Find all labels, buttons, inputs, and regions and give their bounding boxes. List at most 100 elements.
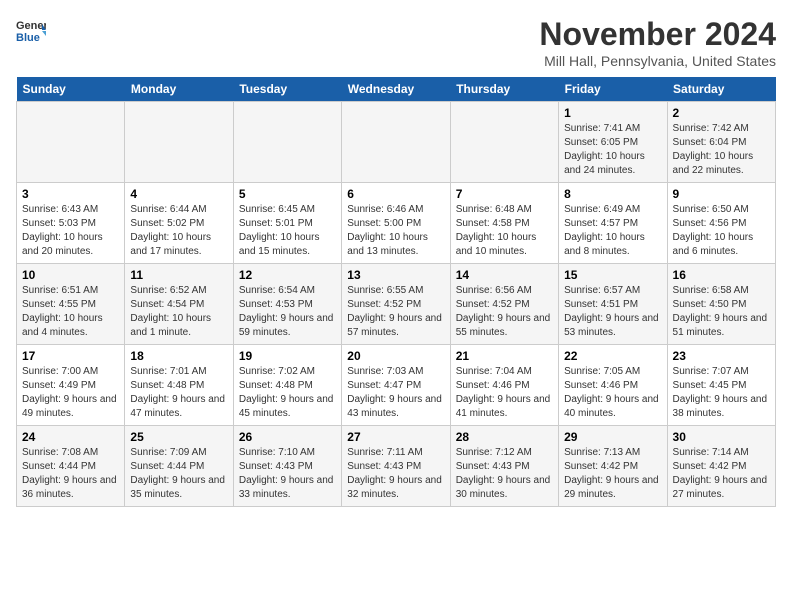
daylight: Daylight: 9 hours and 45 minutes. — [239, 393, 336, 421]
sunrise: Sunrise: 7:11 AM — [347, 446, 444, 460]
sunset: Sunset: 4:43 PM — [347, 460, 444, 474]
sunrise: Sunrise: 7:07 AM — [673, 365, 770, 379]
day-cell — [125, 102, 233, 183]
sunset: Sunset: 4:45 PM — [673, 379, 770, 393]
header-day-thursday: Thursday — [450, 77, 558, 102]
daylight: Daylight: 9 hours and 35 minutes. — [130, 474, 227, 502]
day-cell — [342, 102, 450, 183]
day-cell: 21 Sunrise: 7:04 AM Sunset: 4:46 PM Dayl… — [450, 345, 558, 426]
sunset: Sunset: 4:57 PM — [564, 217, 661, 231]
day-info: Sunrise: 7:41 AM Sunset: 6:05 PM Dayligh… — [564, 122, 661, 178]
sunrise: Sunrise: 6:54 AM — [239, 284, 336, 298]
sunset: Sunset: 4:44 PM — [130, 460, 227, 474]
week-row-1: 1 Sunrise: 7:41 AM Sunset: 6:05 PM Dayli… — [17, 102, 776, 183]
daylight: Daylight: 10 hours and 15 minutes. — [239, 231, 336, 259]
day-info: Sunrise: 7:11 AM Sunset: 4:43 PM Dayligh… — [347, 446, 444, 502]
day-number: 27 — [347, 430, 444, 444]
header-day-monday: Monday — [125, 77, 233, 102]
daylight: Daylight: 10 hours and 8 minutes. — [564, 231, 661, 259]
daylight: Daylight: 9 hours and 32 minutes. — [347, 474, 444, 502]
week-row-2: 3 Sunrise: 6:43 AM Sunset: 5:03 PM Dayli… — [17, 183, 776, 264]
day-cell: 28 Sunrise: 7:12 AM Sunset: 4:43 PM Dayl… — [450, 426, 558, 507]
logo-icon: General Blue — [16, 16, 46, 46]
week-row-3: 10 Sunrise: 6:51 AM Sunset: 4:55 PM Dayl… — [17, 264, 776, 345]
day-info: Sunrise: 6:49 AM Sunset: 4:57 PM Dayligh… — [564, 203, 661, 259]
day-number: 4 — [130, 187, 227, 201]
daylight: Daylight: 9 hours and 30 minutes. — [456, 474, 553, 502]
day-number: 10 — [22, 268, 119, 282]
sunrise: Sunrise: 7:02 AM — [239, 365, 336, 379]
daylight: Daylight: 9 hours and 27 minutes. — [673, 474, 770, 502]
day-number: 9 — [673, 187, 770, 201]
day-cell: 5 Sunrise: 6:45 AM Sunset: 5:01 PM Dayli… — [233, 183, 341, 264]
daylight: Daylight: 10 hours and 22 minutes. — [673, 150, 770, 178]
sunrise: Sunrise: 6:45 AM — [239, 203, 336, 217]
sunset: Sunset: 4:49 PM — [22, 379, 119, 393]
sunset: Sunset: 4:51 PM — [564, 298, 661, 312]
sunset: Sunset: 5:01 PM — [239, 217, 336, 231]
sunrise: Sunrise: 7:10 AM — [239, 446, 336, 460]
day-number: 18 — [130, 349, 227, 363]
day-number: 1 — [564, 106, 661, 120]
day-number: 5 — [239, 187, 336, 201]
day-info: Sunrise: 6:58 AM Sunset: 4:50 PM Dayligh… — [673, 284, 770, 340]
header: General Blue November 2024 Mill Hall, Pe… — [16, 16, 776, 69]
sunrise: Sunrise: 6:49 AM — [564, 203, 661, 217]
day-cell: 18 Sunrise: 7:01 AM Sunset: 4:48 PM Dayl… — [125, 345, 233, 426]
daylight: Daylight: 9 hours and 51 minutes. — [673, 312, 770, 340]
daylight: Daylight: 9 hours and 29 minutes. — [564, 474, 661, 502]
sunset: Sunset: 4:58 PM — [456, 217, 553, 231]
day-info: Sunrise: 6:52 AM Sunset: 4:54 PM Dayligh… — [130, 284, 227, 340]
sunrise: Sunrise: 7:42 AM — [673, 122, 770, 136]
daylight: Daylight: 9 hours and 49 minutes. — [22, 393, 119, 421]
daylight: Daylight: 9 hours and 36 minutes. — [22, 474, 119, 502]
day-cell: 27 Sunrise: 7:11 AM Sunset: 4:43 PM Dayl… — [342, 426, 450, 507]
day-info: Sunrise: 7:07 AM Sunset: 4:45 PM Dayligh… — [673, 365, 770, 421]
week-row-4: 17 Sunrise: 7:00 AM Sunset: 4:49 PM Dayl… — [17, 345, 776, 426]
day-cell: 6 Sunrise: 6:46 AM Sunset: 5:00 PM Dayli… — [342, 183, 450, 264]
logo: General Blue — [16, 16, 46, 46]
sunset: Sunset: 4:42 PM — [673, 460, 770, 474]
svg-text:General: General — [16, 20, 46, 32]
sunrise: Sunrise: 6:48 AM — [456, 203, 553, 217]
day-number: 2 — [673, 106, 770, 120]
day-info: Sunrise: 6:46 AM Sunset: 5:00 PM Dayligh… — [347, 203, 444, 259]
day-number: 28 — [456, 430, 553, 444]
daylight: Daylight: 9 hours and 59 minutes. — [239, 312, 336, 340]
day-cell: 30 Sunrise: 7:14 AM Sunset: 4:42 PM Dayl… — [667, 426, 775, 507]
sunrise: Sunrise: 7:08 AM — [22, 446, 119, 460]
daylight: Daylight: 9 hours and 41 minutes. — [456, 393, 553, 421]
sunset: Sunset: 4:54 PM — [130, 298, 227, 312]
sunset: Sunset: 5:02 PM — [130, 217, 227, 231]
sunrise: Sunrise: 7:13 AM — [564, 446, 661, 460]
day-info: Sunrise: 6:43 AM Sunset: 5:03 PM Dayligh… — [22, 203, 119, 259]
sunset: Sunset: 4:53 PM — [239, 298, 336, 312]
day-info: Sunrise: 6:50 AM Sunset: 4:56 PM Dayligh… — [673, 203, 770, 259]
sunrise: Sunrise: 7:00 AM — [22, 365, 119, 379]
day-info: Sunrise: 7:08 AM Sunset: 4:44 PM Dayligh… — [22, 446, 119, 502]
sunset: Sunset: 4:42 PM — [564, 460, 661, 474]
day-number: 12 — [239, 268, 336, 282]
day-cell: 7 Sunrise: 6:48 AM Sunset: 4:58 PM Dayli… — [450, 183, 558, 264]
day-number: 3 — [22, 187, 119, 201]
day-cell: 11 Sunrise: 6:52 AM Sunset: 4:54 PM Dayl… — [125, 264, 233, 345]
day-info: Sunrise: 6:51 AM Sunset: 4:55 PM Dayligh… — [22, 284, 119, 340]
day-number: 14 — [456, 268, 553, 282]
day-number: 26 — [239, 430, 336, 444]
svg-text:Blue: Blue — [16, 32, 40, 44]
day-cell: 3 Sunrise: 6:43 AM Sunset: 5:03 PM Dayli… — [17, 183, 125, 264]
sunset: Sunset: 4:55 PM — [22, 298, 119, 312]
day-cell — [450, 102, 558, 183]
sunset: Sunset: 4:48 PM — [239, 379, 336, 393]
sunset: Sunset: 4:46 PM — [564, 379, 661, 393]
calendar-table: SundayMondayTuesdayWednesdayThursdayFrid… — [16, 77, 776, 507]
daylight: Daylight: 9 hours and 47 minutes. — [130, 393, 227, 421]
header-row: SundayMondayTuesdayWednesdayThursdayFrid… — [17, 77, 776, 102]
day-number: 7 — [456, 187, 553, 201]
sunrise: Sunrise: 6:55 AM — [347, 284, 444, 298]
sunrise: Sunrise: 7:03 AM — [347, 365, 444, 379]
header-day-tuesday: Tuesday — [233, 77, 341, 102]
day-number: 6 — [347, 187, 444, 201]
daylight: Daylight: 9 hours and 38 minutes. — [673, 393, 770, 421]
sunset: Sunset: 4:44 PM — [22, 460, 119, 474]
